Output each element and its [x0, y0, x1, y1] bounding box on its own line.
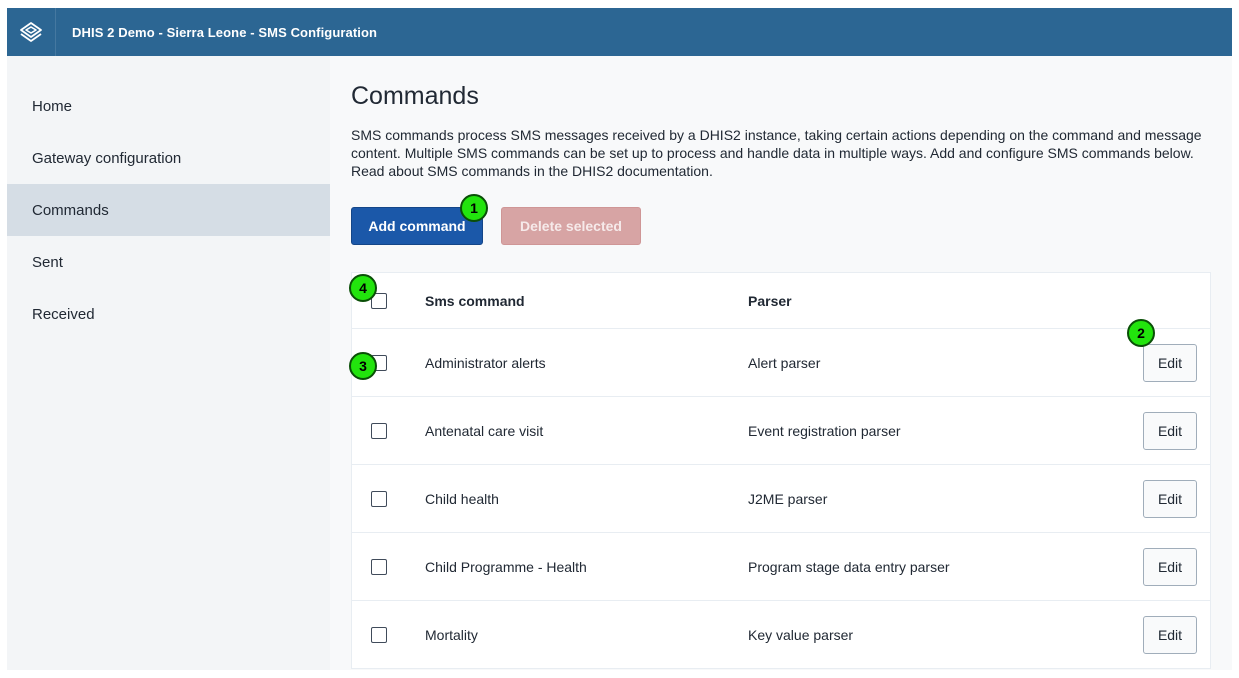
marker-3: 3: [349, 352, 377, 380]
parser-name: Key value parser: [748, 626, 854, 643]
parser-name: J2ME parser: [748, 490, 828, 507]
edit-button[interactable]: Edit: [1143, 479, 1197, 518]
page-title: Commands: [351, 82, 479, 110]
command-name: Child Programme - Health: [425, 558, 587, 575]
sidebar: Home Gateway configuration Commands Sent…: [7, 56, 330, 670]
sidebar-item-commands[interactable]: Commands: [7, 184, 330, 236]
command-name: Administrator alerts: [425, 354, 546, 371]
top-bar: DHIS 2 Demo - Sierra Leone - SMS Configu…: [7, 8, 1232, 56]
parser-name: Program stage data entry parser: [748, 558, 950, 575]
delete-selected-button[interactable]: Delete selected: [501, 207, 641, 245]
column-header-parser: Parser: [748, 292, 792, 309]
command-name: Antenatal care visit: [425, 422, 544, 439]
column-header-sms-command: Sms command: [425, 292, 525, 309]
command-name: Mortality: [425, 626, 478, 643]
sidebar-item-received[interactable]: Received: [7, 288, 330, 340]
edit-button[interactable]: Edit: [1143, 547, 1197, 586]
row-checkbox[interactable]: [371, 490, 387, 507]
table-row: Child health J2ME parser Edit: [352, 465, 1210, 533]
sidebar-item-home[interactable]: Home: [7, 80, 330, 132]
edit-button[interactable]: Edit: [1143, 343, 1197, 382]
row-checkbox[interactable]: [371, 626, 387, 643]
edit-button[interactable]: Edit: [1143, 411, 1197, 450]
parser-name: Alert parser: [748, 354, 821, 371]
table-row: Mortality Key value parser Edit: [352, 601, 1210, 668]
app-frame: DHIS 2 Demo - Sierra Leone - SMS Configu…: [7, 8, 1232, 670]
sidebar-item-sent[interactable]: Sent: [7, 236, 330, 288]
dhis2-logo-icon[interactable]: [7, 8, 56, 56]
marker-1: 1: [460, 194, 488, 222]
marker-4: 4: [349, 274, 377, 302]
table-header-row: Sms command Parser: [352, 273, 1210, 329]
table-row: Administrator alerts Alert parser Edit: [352, 329, 1210, 397]
command-name: Child health: [425, 490, 499, 507]
parser-name: Event registration parser: [748, 422, 901, 439]
row-checkbox[interactable]: [371, 422, 387, 439]
edit-button[interactable]: Edit: [1143, 615, 1197, 654]
table-row: Child Programme - Health Program stage d…: [352, 533, 1210, 601]
app-title: DHIS 2 Demo - Sierra Leone - SMS Configu…: [72, 24, 378, 40]
row-checkbox[interactable]: [371, 558, 387, 575]
table-row: Antenatal care visit Event registration …: [352, 397, 1210, 465]
commands-table: Sms command Parser Administrator alerts …: [351, 272, 1211, 669]
sidebar-item-gateway-configuration[interactable]: Gateway configuration: [7, 132, 330, 184]
marker-2: 2: [1127, 319, 1155, 347]
page-description: SMS commands process SMS messages receiv…: [351, 127, 1202, 179]
